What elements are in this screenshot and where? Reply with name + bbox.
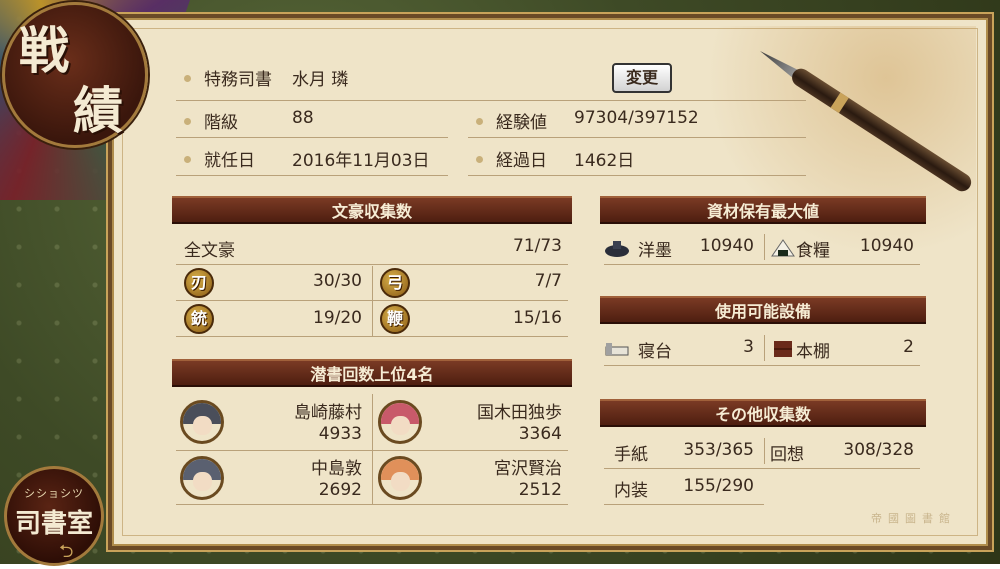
appointed-value: 2016年11月03日: [292, 151, 430, 171]
ink-bottle-svg: [605, 241, 629, 257]
gun-count: 19/20: [313, 308, 362, 328]
letters-label: 手紙: [614, 445, 648, 465]
row-elapsed: 経過日 1462日: [468, 141, 806, 176]
food-value: 10940: [859, 236, 914, 256]
divider: [176, 300, 568, 301]
food-label: 食糧: [796, 241, 830, 261]
bookshelf-svg: [774, 341, 792, 357]
all-authors-value: 71/73: [513, 236, 562, 256]
rank-4-count: 2512: [518, 480, 562, 500]
shelf-value: 2: [903, 337, 914, 357]
bow-count: 7/7: [534, 271, 562, 291]
elapsed-value: 1462日: [574, 151, 635, 171]
divider: [176, 504, 568, 505]
divider: [604, 468, 920, 469]
bookshelf-icon: [770, 339, 796, 359]
divider: [604, 365, 920, 366]
divider: [176, 264, 568, 265]
avatar-rank-1: [180, 400, 224, 444]
divider: [176, 450, 568, 451]
divider: [764, 234, 765, 260]
rank-value: 88: [292, 108, 314, 128]
avatar-face: [192, 472, 212, 492]
decor-label: 内装: [614, 481, 648, 501]
memories-value: 308/328: [843, 440, 914, 460]
divider: [372, 394, 373, 504]
decor-value: 155/290: [683, 476, 754, 496]
title-medallion: 戦 績: [2, 2, 148, 148]
exp-label: 経験値: [496, 113, 547, 133]
divider: [604, 504, 764, 505]
rank-label: 階級: [204, 113, 238, 133]
bed-svg: [605, 343, 629, 356]
divider: [372, 266, 373, 336]
collection-header: 文豪収集数: [172, 196, 572, 224]
row-rank: 階級 88: [176, 103, 448, 138]
others-header: その他収集数: [600, 399, 926, 427]
whip-count: 15/16: [513, 308, 562, 328]
bullet-icon: [184, 156, 191, 163]
librarian-label: 特務司書: [204, 70, 272, 90]
ink-label: 洋墨: [638, 241, 672, 261]
gun-weapon-icon: 銃: [184, 304, 214, 334]
ink-value: 10940: [699, 236, 754, 256]
divider: [604, 264, 920, 265]
back-arrow-icon: ⮌: [59, 541, 74, 562]
librarian-name: 水月 璘: [292, 70, 349, 90]
appointed-label: 就任日: [204, 151, 255, 171]
bullet-icon: [184, 118, 191, 125]
avatar-rank-4: [378, 456, 422, 500]
row-appointed: 就任日 2016年11月03日: [176, 141, 448, 176]
library-watermark: 帝國圖書館: [871, 512, 956, 525]
title-char-1: 戦: [19, 21, 69, 80]
row-exp: 経験値 97304/397152: [468, 103, 806, 138]
bed-value: 3: [743, 337, 754, 357]
rank-4-name: 宮沢賢治: [494, 459, 562, 479]
memories-label: 回想: [770, 445, 804, 465]
rank-1-name: 島崎藤村: [294, 403, 362, 423]
sword-weapon-icon: 刃: [184, 268, 214, 298]
all-authors-label: 全文豪: [184, 241, 235, 261]
divider: [176, 336, 568, 337]
bullet-icon: [476, 156, 483, 163]
shelf-label: 本棚: [796, 342, 830, 362]
bullet-icon: [184, 75, 191, 82]
letters-value: 353/365: [683, 440, 754, 460]
rank-1-count: 4933: [318, 424, 362, 444]
elapsed-label: 経過日: [496, 151, 547, 171]
facilities-header: 使用可能設備: [600, 296, 926, 324]
rank-3-name: 中島敦: [311, 459, 362, 479]
library-room-label: 司書室: [14, 509, 93, 539]
dive-ranking-header: 潜書回数上位4名: [172, 359, 572, 387]
rice-ball-svg: [771, 239, 795, 257]
divider: [764, 438, 765, 464]
avatar-face: [390, 472, 410, 492]
bow-weapon-icon: 弓: [380, 268, 410, 298]
rank-3-count: 2692: [318, 480, 362, 500]
bed-icon: [604, 339, 630, 359]
title-char-2: 績: [73, 81, 123, 140]
row-librarian: 特務司書 水月 璘: [176, 60, 806, 101]
avatar-rank-2: [378, 400, 422, 444]
rank-2-count: 3364: [518, 424, 562, 444]
ink-bottle-icon: [604, 238, 630, 258]
exp-value: 97304/397152: [574, 108, 699, 128]
divider: [764, 335, 765, 361]
bed-label: 寝台: [638, 342, 672, 362]
sword-count: 30/30: [313, 271, 362, 291]
bullet-icon: [476, 118, 483, 125]
rice-ball-icon: [770, 238, 796, 258]
avatar-face: [192, 416, 212, 436]
change-name-button[interactable]: 変更: [612, 63, 672, 93]
materials-header: 資材保有最大値: [600, 196, 926, 224]
library-room-button[interactable]: シショシツ 司書室 ⮌: [4, 466, 104, 566]
rank-2-name: 国木田独歩: [477, 403, 562, 423]
whip-weapon-icon: 鞭: [380, 304, 410, 334]
library-room-ruby: シショシツ: [24, 487, 84, 500]
avatar-rank-3: [180, 456, 224, 500]
avatar-face: [390, 416, 410, 436]
